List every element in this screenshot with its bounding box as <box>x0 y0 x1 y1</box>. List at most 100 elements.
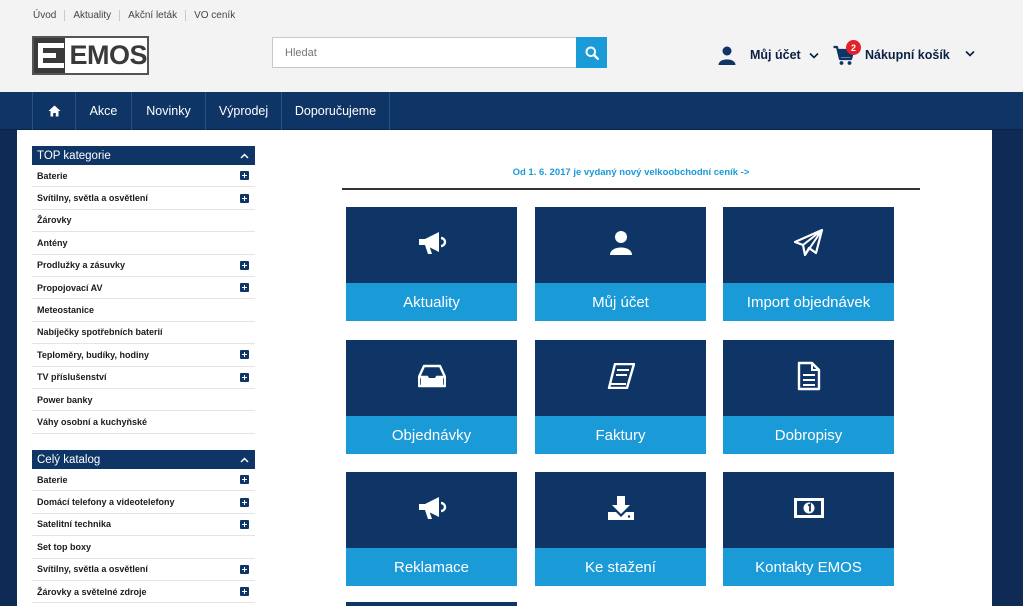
category-label: TV příslušenství <box>37 372 107 383</box>
top-link-aktuality[interactable]: Aktuality <box>64 9 119 21</box>
dashboard-tile[interactable]: Reklamace <box>346 472 517 586</box>
category-label: Svítilny, světla a osvětlení <box>37 564 148 575</box>
price-list-notice-link[interactable]: Od 1. 6. 2017 je vydaný nový velkoobchod… <box>342 167 920 178</box>
logo-text: EMOS <box>69 40 147 70</box>
expand-plus-icon[interactable] <box>240 475 249 485</box>
tile-label: Kontakty EMOS <box>723 548 894 586</box>
category-label: Prodlužky a zásuvky <box>37 260 126 271</box>
category-item[interactable]: Meteostanice <box>32 299 255 322</box>
expand-plus-icon[interactable] <box>240 564 249 574</box>
cart-label: Nákupní košík <box>865 48 950 62</box>
nav-akce[interactable]: Akce <box>75 92 131 130</box>
tile-label: Reklamace <box>346 548 517 586</box>
top-categories-header[interactable]: TOP kategorie <box>32 146 255 165</box>
category-label: Meteostanice <box>37 305 95 316</box>
category-item[interactable]: Power banky <box>32 389 255 412</box>
nav-doporucujeme[interactable]: Doporučujeme <box>281 92 390 130</box>
expand-plus-icon[interactable] <box>240 372 249 382</box>
dashboard-tile-partial[interactable] <box>346 602 517 606</box>
category-item[interactable]: Set top boxy <box>32 536 255 559</box>
nav-vyprodej[interactable]: Výprodej <box>205 92 281 130</box>
category-label: Nabíječky spotřebních baterií <box>37 327 163 338</box>
expand-plus-icon[interactable] <box>240 587 249 597</box>
expand-plus-icon[interactable] <box>240 193 249 203</box>
megaphone-icon <box>417 495 447 526</box>
expand-plus-icon[interactable] <box>240 350 249 360</box>
dashboard-tile[interactable]: Ke stažení <box>535 472 706 586</box>
book-icon <box>607 362 635 394</box>
document-icon <box>797 361 821 396</box>
account-menu[interactable]: Můj účet <box>717 44 819 66</box>
dashboard-tile[interactable]: Dobropisy <box>723 340 894 454</box>
home-icon <box>48 105 60 117</box>
dashboard-tile[interactable]: Objednávky <box>346 340 517 454</box>
top-link-vo-cenik[interactable]: VO ceník <box>185 9 243 21</box>
cart-chevron-down-icon[interactable] <box>965 50 975 57</box>
search-icon <box>585 46 599 60</box>
tile-label: Aktuality <box>346 283 517 321</box>
expand-plus-icon[interactable] <box>240 171 249 181</box>
chevron-up-icon <box>240 152 249 159</box>
category-label: Baterie <box>37 474 68 485</box>
emos-logo[interactable]: EMOS <box>32 36 149 75</box>
top-link-uvod[interactable]: Úvod <box>33 10 64 21</box>
category-item[interactable]: Baterie <box>32 165 255 188</box>
category-item[interactable]: Nabíječky spotřebních baterií <box>32 322 255 345</box>
category-item[interactable]: Prodlužky a zásuvky <box>32 255 255 277</box>
tile-label: Import objednávek <box>723 283 894 321</box>
tile-label: Objednávky <box>346 416 517 454</box>
download-icon <box>607 495 635 526</box>
dashboard-tile[interactable]: Můj účet <box>535 207 706 321</box>
expand-plus-icon[interactable] <box>240 519 249 529</box>
tile-icon-area <box>723 472 894 548</box>
main-nav: Akce Novinky Výprodej Doporučujeme <box>0 92 1023 130</box>
cart-menu[interactable]: 2 Nákupní košík <box>833 40 950 67</box>
page-right-gutter <box>992 130 1023 606</box>
tile-icon-area <box>346 472 517 548</box>
page-left-gutter <box>0 130 17 606</box>
category-item[interactable]: Propojovací AV <box>32 277 255 300</box>
category-item[interactable]: Žárovky a světelné zdroje <box>32 581 255 604</box>
top-categories-panel: TOP kategorie Baterie Svítilny, světla a … <box>32 146 255 434</box>
user-icon <box>718 46 736 65</box>
top-links: Úvod Aktuality Akční leták VO ceník <box>33 8 243 22</box>
category-item[interactable]: TV příslušenství <box>32 367 255 389</box>
dashboard-tile[interactable]: Faktury <box>535 340 706 454</box>
nav-home[interactable] <box>32 92 75 130</box>
inbox-icon <box>417 364 446 393</box>
category-item[interactable]: Teploměry, budíky, hodiny <box>32 344 255 367</box>
expand-plus-icon[interactable] <box>240 497 249 507</box>
category-item[interactable]: Domácí telefony a videotelefony <box>32 491 255 514</box>
account-label: Můj účet <box>750 48 801 62</box>
category-label: Teploměry, budíky, hodiny <box>37 349 150 360</box>
search-button[interactable] <box>576 37 607 68</box>
category-item[interactable]: Svítilny, světla a osvětlení <box>32 187 255 210</box>
dashboard-tile[interactable]: Kontakty EMOS <box>723 472 894 586</box>
dashboard-tile[interactable]: Aktuality <box>346 207 517 321</box>
category-label: Žárovky a světelné zdroje <box>37 586 147 597</box>
tile-icon-area <box>346 340 517 416</box>
tile-icon-area <box>535 207 706 283</box>
category-item[interactable]: Antény <box>32 232 255 255</box>
logo-mark-icon <box>34 38 66 73</box>
catalog-header[interactable]: Celý katalog <box>32 450 255 469</box>
search-bar <box>272 37 607 68</box>
expand-plus-icon[interactable] <box>240 260 249 270</box>
divider <box>342 188 920 190</box>
expand-plus-icon[interactable] <box>240 283 249 293</box>
search-input[interactable] <box>272 37 576 68</box>
category-item[interactable]: Žárovky <box>32 210 255 233</box>
catalog-panel: Celý katalog Baterie Domácí telefony a vi… <box>32 450 255 604</box>
category-label: Domácí telefony a videotelefony <box>37 497 175 508</box>
category-item[interactable]: Baterie <box>32 469 255 492</box>
category-label: Power banky <box>37 394 93 405</box>
category-item[interactable]: Satelitní technika <box>32 514 255 537</box>
top-link-akcni-letak[interactable]: Akční leták <box>119 9 185 21</box>
category-label: Baterie <box>37 170 68 181</box>
category-item[interactable]: Svítilny, světla a osvětlení <box>32 559 255 581</box>
tile-icon-area <box>723 340 894 416</box>
dashboard-tile[interactable]: Import objednávek <box>723 207 894 321</box>
category-item[interactable]: Váhy osobní a kuchyňské <box>32 411 255 434</box>
nav-novinky[interactable]: Novinky <box>131 92 205 130</box>
category-label: Set top boxy <box>37 541 92 552</box>
